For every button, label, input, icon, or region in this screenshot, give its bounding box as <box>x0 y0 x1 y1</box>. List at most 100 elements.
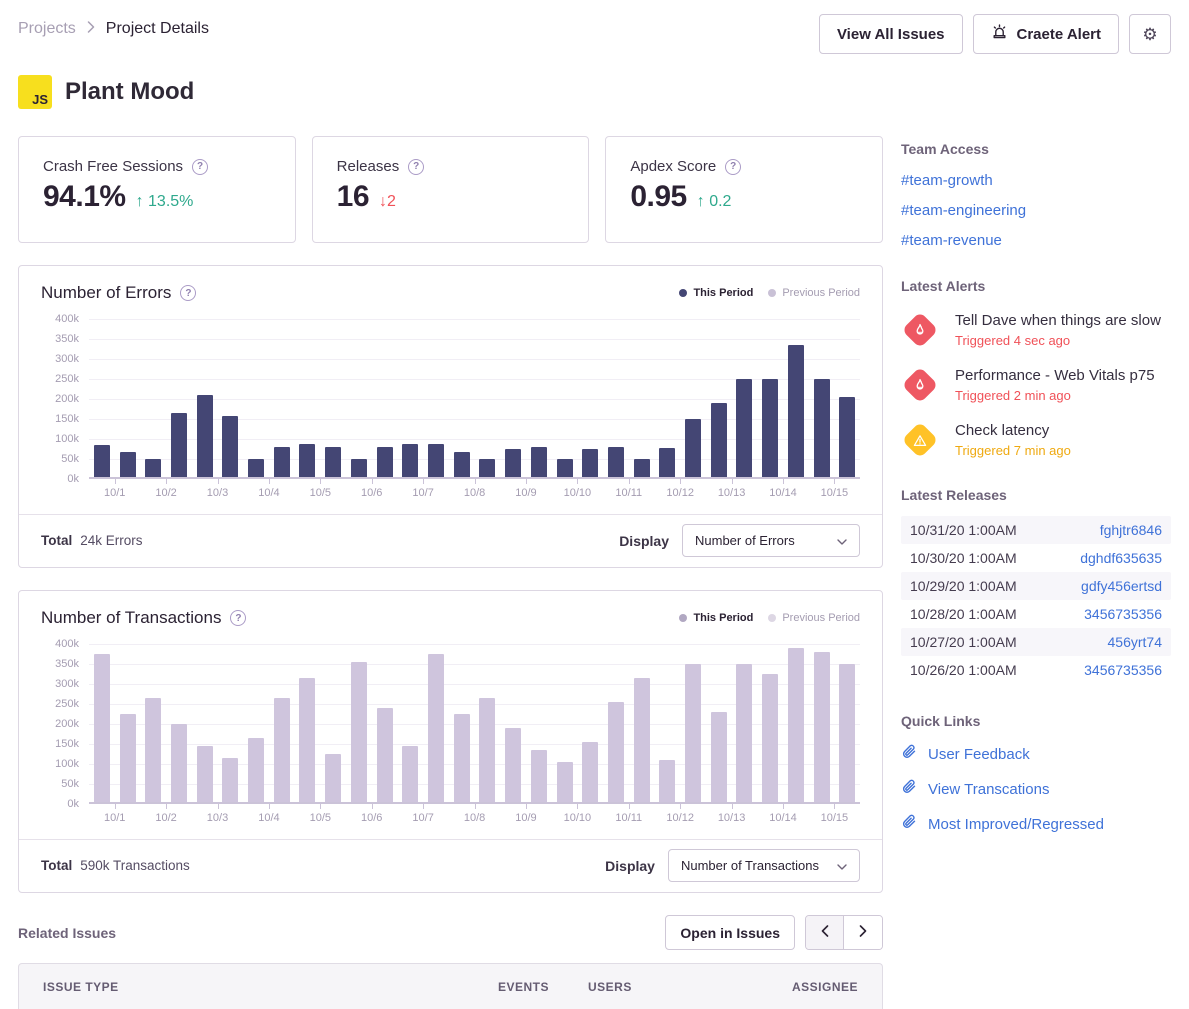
chart-bar[interactable] <box>325 447 342 477</box>
chart-bar[interactable] <box>376 447 393 477</box>
release-version-link[interactable]: dghdf635635 <box>1080 550 1162 566</box>
chart-bar[interactable] <box>556 459 573 477</box>
chart-bar[interactable] <box>453 452 470 477</box>
chart-bar[interactable] <box>582 742 599 802</box>
chart-bar[interactable] <box>839 664 856 802</box>
chart-bar[interactable] <box>350 662 367 802</box>
chart-bar[interactable] <box>93 654 110 802</box>
siren-icon <box>991 23 1008 45</box>
bar-group <box>809 652 860 802</box>
project-settings-button[interactable]: ⚙ <box>1129 14 1171 54</box>
quick-link[interactable]: User Feedback <box>901 744 1171 764</box>
chart-bar[interactable] <box>762 674 779 802</box>
quick-link[interactable]: View Transcations <box>901 779 1171 799</box>
chart-bar[interactable] <box>222 416 239 477</box>
chart-bar[interactable] <box>710 712 727 802</box>
chart-bar[interactable] <box>402 444 419 477</box>
chart-bar[interactable] <box>607 447 624 477</box>
chart-bar[interactable] <box>736 379 753 477</box>
chart-bar[interactable] <box>350 459 367 477</box>
chart-bar[interactable] <box>633 678 650 802</box>
chart-bar[interactable] <box>556 762 573 802</box>
chart-bar[interactable] <box>145 459 162 477</box>
chart-bar[interactable] <box>607 702 624 802</box>
release-version-link[interactable]: fghjtr6846 <box>1100 522 1162 538</box>
chart-bar[interactable] <box>787 345 804 477</box>
chart-bar[interactable] <box>427 444 444 477</box>
alert-status: Triggered 4 sec ago <box>955 333 1071 348</box>
chart-bar[interactable] <box>325 754 342 802</box>
chart-bar[interactable] <box>222 758 239 802</box>
breadcrumb-projects-link[interactable]: Projects <box>18 20 76 38</box>
pagination <box>805 915 883 950</box>
alert-item[interactable]: Tell Dave when things are slow Triggered … <box>901 311 1171 349</box>
chart-bar[interactable] <box>402 746 419 802</box>
release-version-link[interactable]: 3456735356 <box>1084 606 1162 622</box>
paperclip-icon <box>901 779 917 799</box>
chart-bar[interactable] <box>659 448 676 477</box>
help-icon[interactable]: ? <box>180 285 197 301</box>
x-axis-tick-label: 10/5 <box>295 804 346 824</box>
chart-bar[interactable] <box>273 447 290 477</box>
chart-bar[interactable] <box>762 379 779 477</box>
chart-bar[interactable] <box>299 678 316 802</box>
alert-item[interactable]: Check latency Triggered 7 min ago <box>901 421 1171 459</box>
chart-bar[interactable] <box>119 714 136 802</box>
help-icon[interactable]: ? <box>230 610 247 626</box>
release-version-link[interactable]: 3456735356 <box>1084 662 1162 678</box>
chart-bar[interactable] <box>376 708 393 802</box>
chart-bar[interactable] <box>145 698 162 802</box>
help-icon[interactable]: ? <box>408 158 425 175</box>
help-icon[interactable]: ? <box>725 158 742 175</box>
chart-bar[interactable] <box>479 459 496 477</box>
main-column: Crash Free Sessions ? 94.1% ↑ 13.5% Rele… <box>18 136 884 1009</box>
legend-item[interactable]: Previous Period <box>768 287 860 299</box>
chart-bar[interactable] <box>505 449 522 477</box>
chart-bar[interactable] <box>505 728 522 802</box>
chart-bar[interactable] <box>530 447 547 477</box>
chart-bar[interactable] <box>170 413 187 477</box>
chart-bar[interactable] <box>813 652 830 802</box>
chart-bar[interactable] <box>659 760 676 802</box>
next-page-button[interactable] <box>844 916 882 949</box>
release-version-link[interactable]: gdfy456ertsd <box>1081 578 1162 594</box>
chart-bar[interactable] <box>299 444 316 477</box>
display-select[interactable]: Number of Transactions <box>667 849 860 882</box>
chart-bar[interactable] <box>633 459 650 477</box>
release-version-link[interactable]: 456yrt74 <box>1108 634 1162 650</box>
view-all-issues-button[interactable]: View All Issues <box>818 14 963 54</box>
chart-bar[interactable] <box>685 419 702 477</box>
chart-bar[interactable] <box>787 648 804 802</box>
chart-bar[interactable] <box>453 714 470 802</box>
quick-link[interactable]: Most Improved/Regressed <box>901 814 1171 834</box>
team-link[interactable]: #team-engineering <box>901 202 1171 219</box>
chart-bar[interactable] <box>170 724 187 802</box>
chart-bar[interactable] <box>582 449 599 477</box>
chart-bar[interactable] <box>479 698 496 802</box>
legend-item[interactable]: Previous Period <box>768 612 860 624</box>
help-icon[interactable]: ? <box>192 158 209 175</box>
display-select[interactable]: Number of Errors <box>682 524 860 557</box>
chart-bar[interactable] <box>710 403 727 477</box>
team-link[interactable]: #team-growth <box>901 172 1171 189</box>
chart-bar[interactable] <box>530 750 547 802</box>
legend-item[interactable]: This Period <box>679 287 753 299</box>
chart-bar[interactable] <box>839 397 856 477</box>
legend-item[interactable]: This Period <box>679 612 753 624</box>
chart-bar[interactable] <box>248 738 265 802</box>
chart-bar[interactable] <box>93 445 110 477</box>
open-in-issues-button[interactable]: Open in Issues <box>665 915 795 950</box>
chart-bar[interactable] <box>196 746 213 802</box>
alert-item[interactable]: Performance - Web Vitals p75 Triggered 2 … <box>901 366 1171 404</box>
chart-bar[interactable] <box>813 379 830 477</box>
create-alert-button[interactable]: Craete Alert <box>972 14 1119 54</box>
team-link[interactable]: #team-revenue <box>901 232 1171 249</box>
chart-bar[interactable] <box>427 654 444 802</box>
previous-page-button[interactable] <box>806 916 844 949</box>
chart-bar[interactable] <box>736 664 753 802</box>
chart-bar[interactable] <box>273 698 290 802</box>
chart-bar[interactable] <box>119 452 136 477</box>
chart-bar[interactable] <box>685 664 702 802</box>
chart-bar[interactable] <box>248 459 265 477</box>
chart-bar[interactable] <box>196 395 213 477</box>
